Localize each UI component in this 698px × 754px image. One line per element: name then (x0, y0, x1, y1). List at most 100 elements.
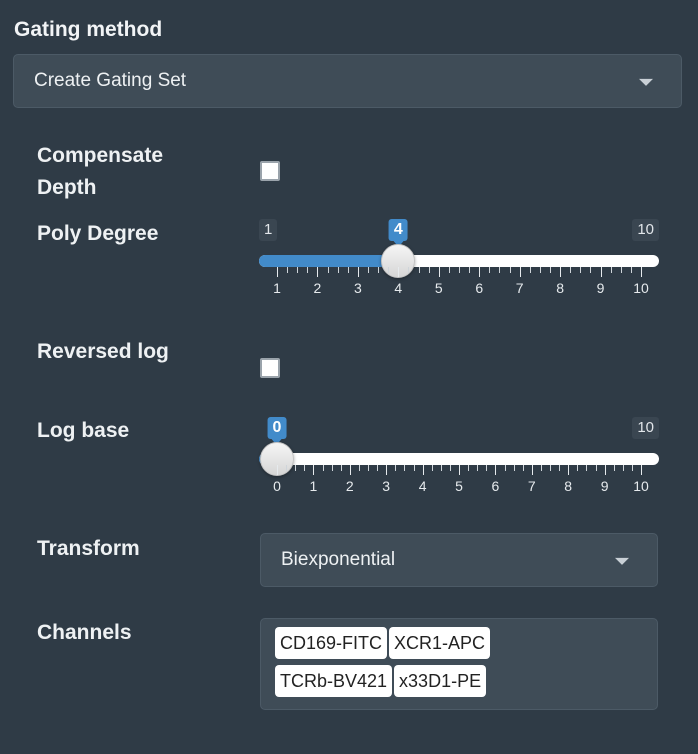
slider-minor-tick (610, 267, 612, 273)
slider-minor-tick (486, 465, 488, 471)
slider-tick-label: 9 (600, 478, 609, 494)
slider-minor-tick (504, 465, 506, 471)
reversed-log-label: Reversed log (37, 340, 169, 363)
slider-tick-label: 7 (515, 280, 524, 296)
slider-tick-label: 9 (596, 280, 605, 296)
slider-major-tick (568, 465, 570, 475)
compensate-depth-label-line1: Compensate (37, 144, 164, 167)
log-base-track[interactable] (259, 453, 659, 465)
slider-minor-tick (337, 267, 339, 273)
slider-minor-tick (295, 465, 297, 471)
slider-minor-tick (418, 267, 420, 273)
slider-major-tick (604, 465, 606, 475)
slider-major-tick (398, 267, 400, 277)
slider-minor-tick (595, 465, 597, 471)
log-base-label: Log base (37, 419, 130, 442)
gating-method-select[interactable]: Create Gating Set (13, 54, 682, 108)
transform-value: Biexponential (281, 549, 396, 570)
slider-minor-tick (539, 267, 541, 273)
slider-major-tick (519, 267, 521, 277)
slider-major-tick (495, 465, 497, 475)
slider-minor-tick (620, 267, 622, 273)
channel-chip[interactable]: CD169-FITC (275, 627, 388, 659)
slider-minor-tick (368, 465, 369, 471)
slider-minor-tick (322, 465, 324, 471)
compensate-depth-label-line2: Depth (37, 176, 97, 199)
slider-tick-label: 4 (418, 478, 427, 494)
channel-chip[interactable]: TCRb-BV421 (275, 665, 393, 697)
slider-minor-tick (522, 465, 524, 471)
slider-tick-label: 8 (556, 280, 565, 296)
slider-tick-label: 3 (353, 280, 362, 296)
channel-chip[interactable]: x33D1-PE (394, 665, 487, 697)
slider-tick-label: 10 (633, 280, 649, 296)
slider-tick-label: 2 (313, 280, 322, 296)
slider-minor-tick (499, 267, 501, 273)
slider-minor-tick (513, 465, 515, 471)
compensate-depth-label: Compensate Depth (37, 140, 163, 204)
slider-major-tick (560, 267, 562, 277)
slider-minor-tick (331, 465, 333, 471)
slider-minor-tick (509, 267, 511, 273)
gating-method-value: Create Gating Set (34, 70, 187, 91)
poly-degree-label: Poly Degree (37, 222, 159, 245)
channel-chip[interactable]: XCR1-APC (389, 627, 491, 659)
slider-minor-tick (408, 267, 410, 273)
slider-minor-tick (286, 465, 288, 471)
slider-major-tick (459, 465, 460, 475)
slider-minor-tick (529, 267, 531, 273)
slider-major-tick (349, 465, 351, 475)
transform-select[interactable]: Biexponential (260, 533, 658, 587)
poly-degree-value-label: 4 (388, 219, 408, 247)
slider-minor-tick (297, 267, 299, 273)
slider-tick-label: 1 (309, 478, 318, 494)
slider-tick-label: 6 (491, 478, 500, 494)
log-base-slider[interactable]: 0 10 0 0 1 2 3 4 5 6 7 8 9 10 (259, 417, 659, 507)
poly-degree-fill (259, 255, 399, 267)
slider-minor-tick (287, 267, 289, 273)
chevron-down-icon (639, 78, 653, 86)
slider-minor-tick (395, 465, 397, 471)
slider-minor-tick (404, 465, 406, 471)
slider-major-tick (277, 267, 278, 277)
slider-minor-tick (570, 267, 572, 273)
slider-major-tick (313, 465, 315, 475)
log-base-value-label: 0 (267, 417, 287, 445)
reversed-log-checkbox[interactable] (260, 358, 280, 378)
slider-minor-tick (622, 465, 624, 471)
slider-major-tick (438, 267, 440, 277)
compensate-depth-checkbox[interactable] (260, 161, 280, 181)
slider-minor-tick (489, 267, 491, 273)
slider-major-tick (422, 465, 424, 475)
slider-tick-label: 7 (527, 478, 536, 494)
slider-minor-tick (459, 267, 460, 273)
slider-tick-label: 3 (382, 478, 391, 494)
slider-minor-tick (630, 267, 632, 273)
slider-minor-tick (631, 465, 633, 471)
slider-tick-label: 0 (273, 478, 281, 494)
slider-major-tick (386, 465, 388, 475)
slider-minor-tick (413, 465, 415, 471)
slider-tick-label: 8 (564, 478, 573, 494)
poly-degree-slider[interactable]: 1 10 4 1 2 3 4 5 6 7 8 9 10 (259, 219, 659, 309)
channels-multiselect[interactable]: CD169-FITC XCR1-APC TCRb-BV421 x33D1-PE (260, 618, 658, 710)
slider-major-tick (357, 267, 359, 277)
slider-tick-label: 4 (394, 280, 403, 296)
slider-minor-tick (304, 465, 306, 471)
poly-degree-ticks: 1 2 3 4 5 6 7 8 9 10 (273, 267, 649, 307)
slider-minor-tick (586, 465, 588, 471)
slider-minor-tick (590, 267, 592, 273)
slider-tick-label: 6 (475, 280, 484, 296)
log-base-max-label: 10 (632, 417, 659, 439)
slider-minor-tick (550, 267, 551, 273)
slider-major-tick (531, 465, 533, 475)
slider-major-tick (641, 267, 642, 277)
slider-minor-tick (377, 465, 379, 471)
slider-minor-tick (580, 267, 582, 273)
slider-tick-label: 5 (434, 280, 443, 296)
slider-minor-tick (448, 267, 450, 273)
slider-minor-tick (559, 465, 561, 471)
slider-major-tick (479, 267, 481, 277)
slider-minor-tick (468, 465, 470, 471)
slider-minor-tick (449, 465, 451, 471)
